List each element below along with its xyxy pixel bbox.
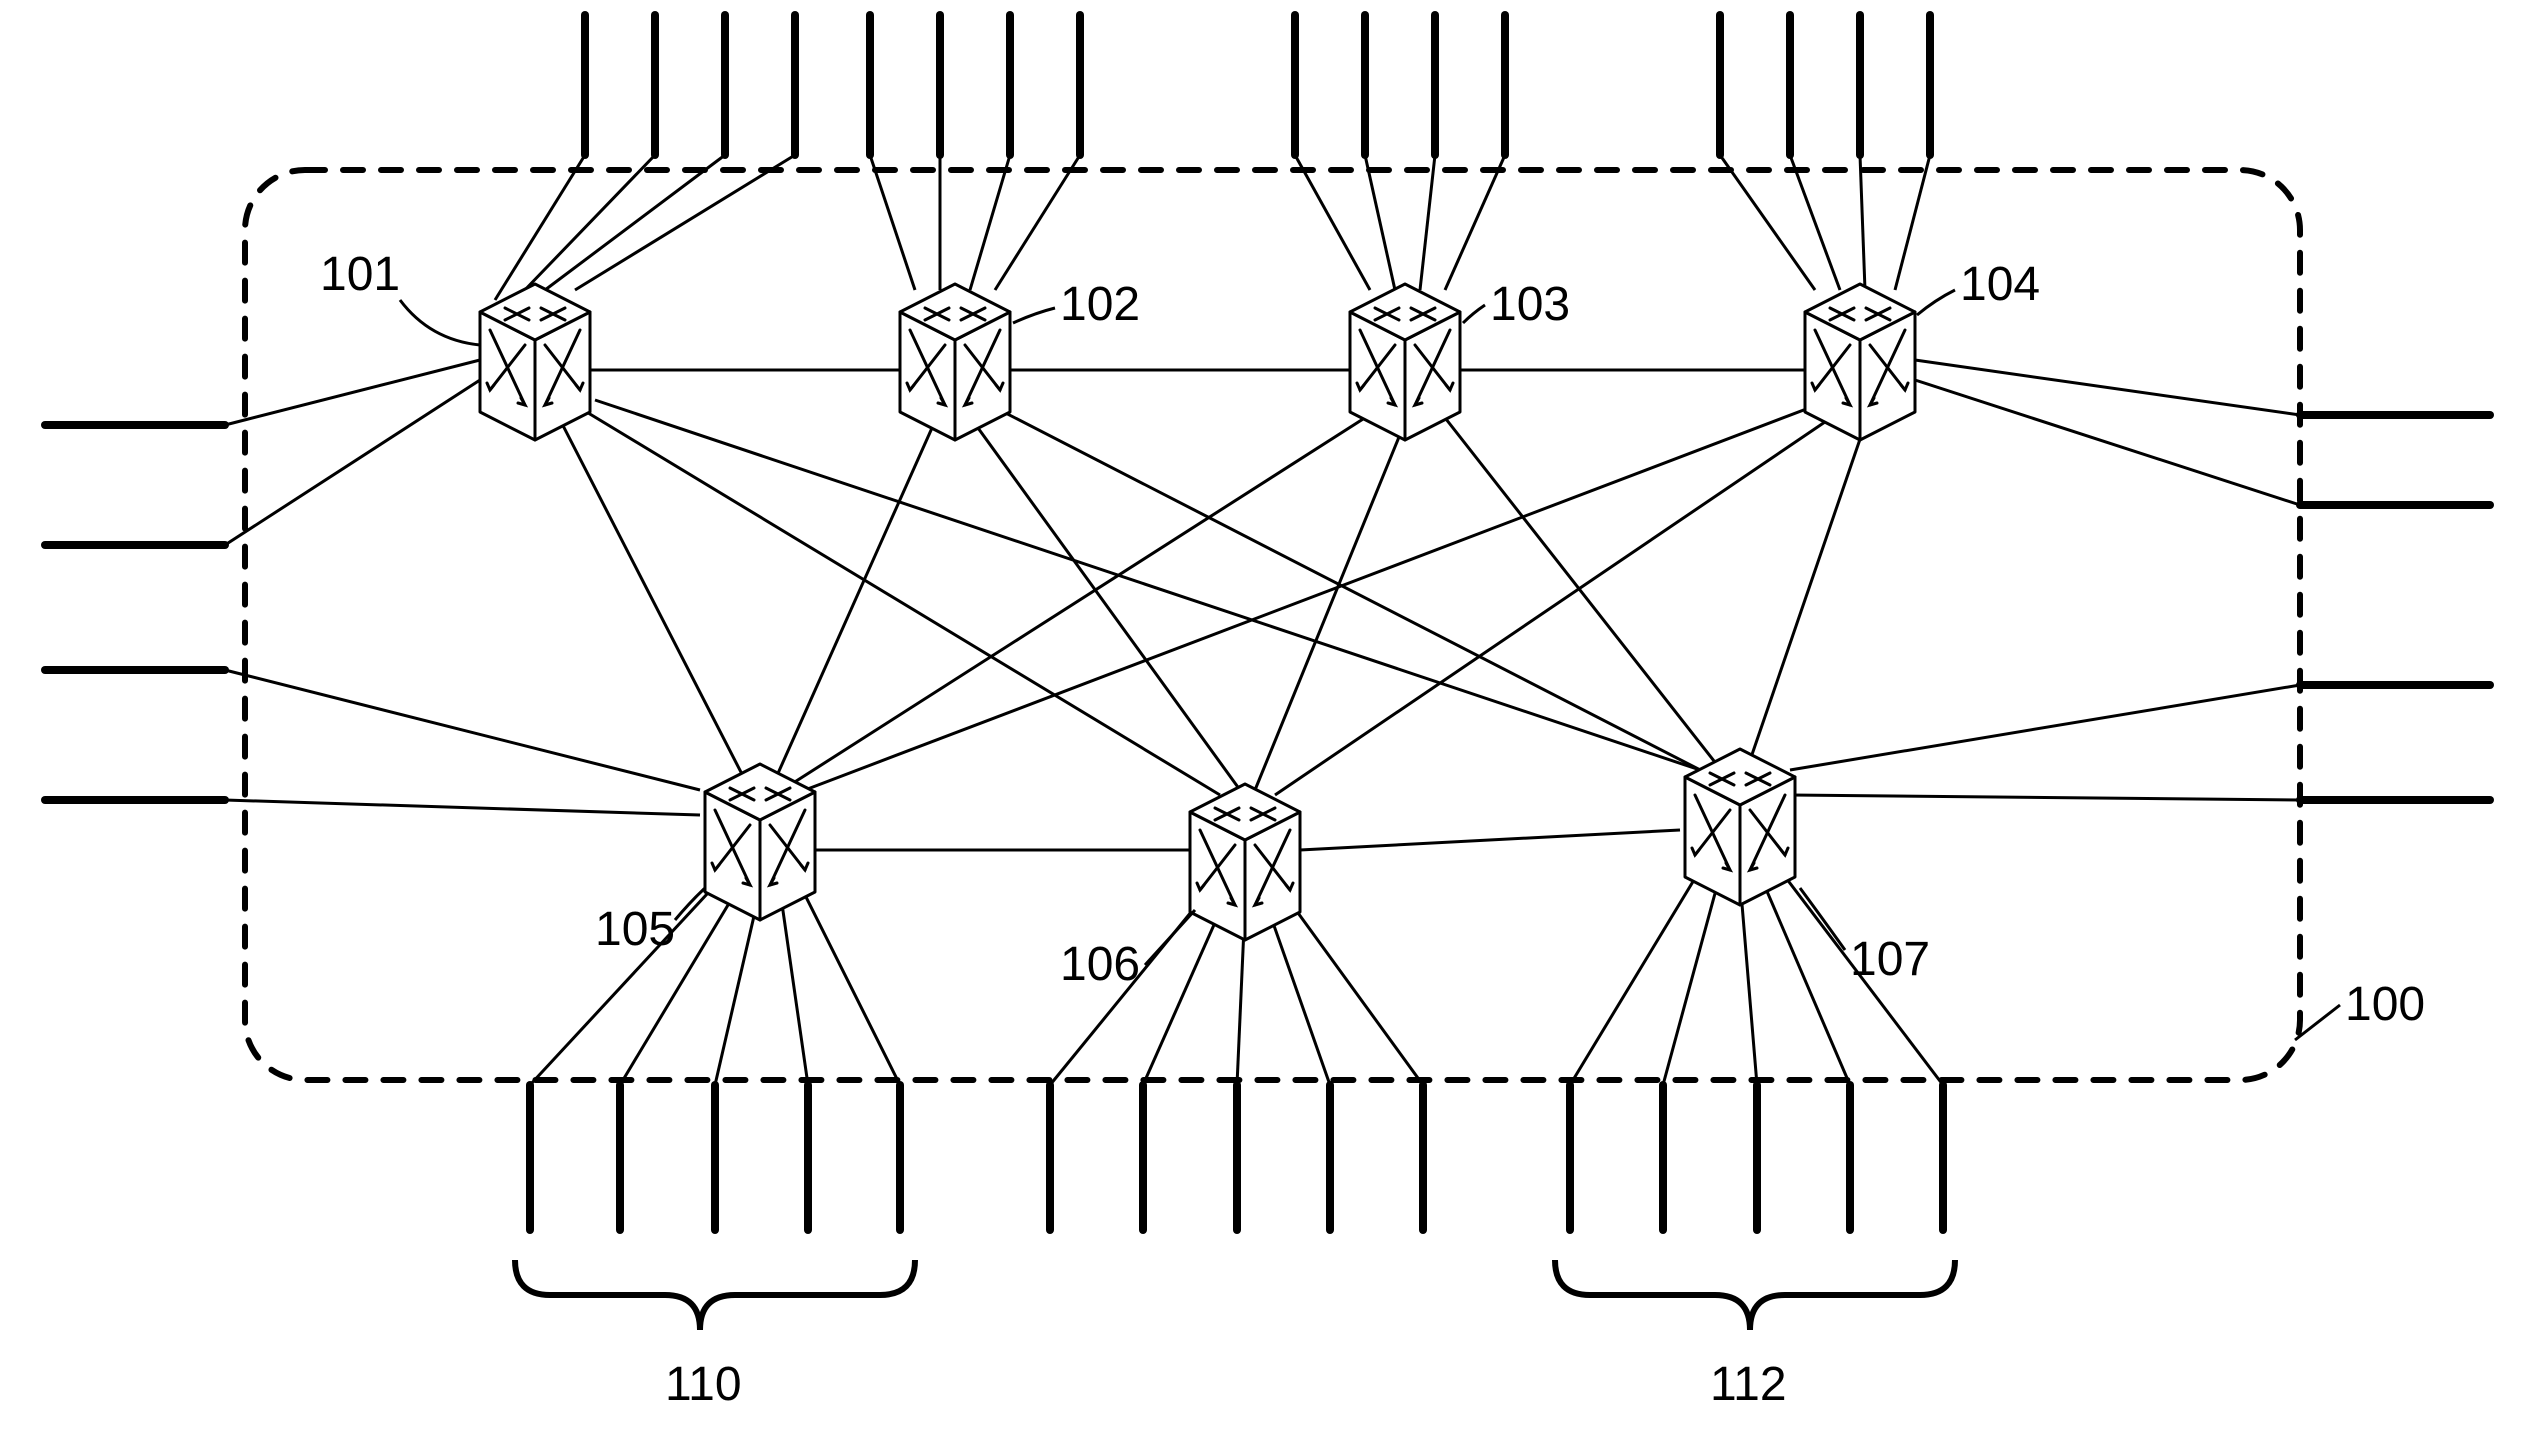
node-102 bbox=[900, 284, 1010, 440]
top-port-stubs bbox=[585, 15, 1930, 155]
node-105 bbox=[705, 764, 815, 920]
label-107: 107 bbox=[1850, 933, 1930, 986]
node-104 bbox=[1805, 284, 1915, 440]
left-ports bbox=[45, 360, 700, 815]
bottom-port-stubs bbox=[530, 1085, 1943, 1230]
node-101 bbox=[480, 284, 590, 440]
node-103 bbox=[1350, 284, 1460, 440]
label-103: 103 bbox=[1490, 278, 1570, 331]
label-102: 102 bbox=[1060, 278, 1140, 331]
node-107 bbox=[1685, 749, 1795, 905]
label-105: 105 bbox=[595, 903, 675, 956]
label-112: 112 bbox=[1710, 1358, 1787, 1411]
right-ports bbox=[1790, 360, 2490, 800]
links-layer bbox=[45, 15, 2490, 1230]
top-port-links bbox=[495, 155, 1930, 300]
label-100: 100 bbox=[2345, 978, 2425, 1031]
label-106: 106 bbox=[1060, 938, 1140, 991]
brace-112: 112 bbox=[1555, 1260, 1955, 1411]
brace-110: 110 bbox=[515, 1260, 915, 1411]
cross-links bbox=[555, 400, 1870, 795]
label-110: 110 bbox=[665, 1358, 742, 1411]
node-106 bbox=[1190, 784, 1300, 940]
network-diagram: 101 102 103 104 105 106 107 100 110 112 bbox=[0, 0, 2533, 1439]
label-101: 101 bbox=[320, 248, 400, 301]
label-104: 104 bbox=[1960, 258, 2040, 311]
nodes-layer bbox=[480, 284, 1915, 940]
